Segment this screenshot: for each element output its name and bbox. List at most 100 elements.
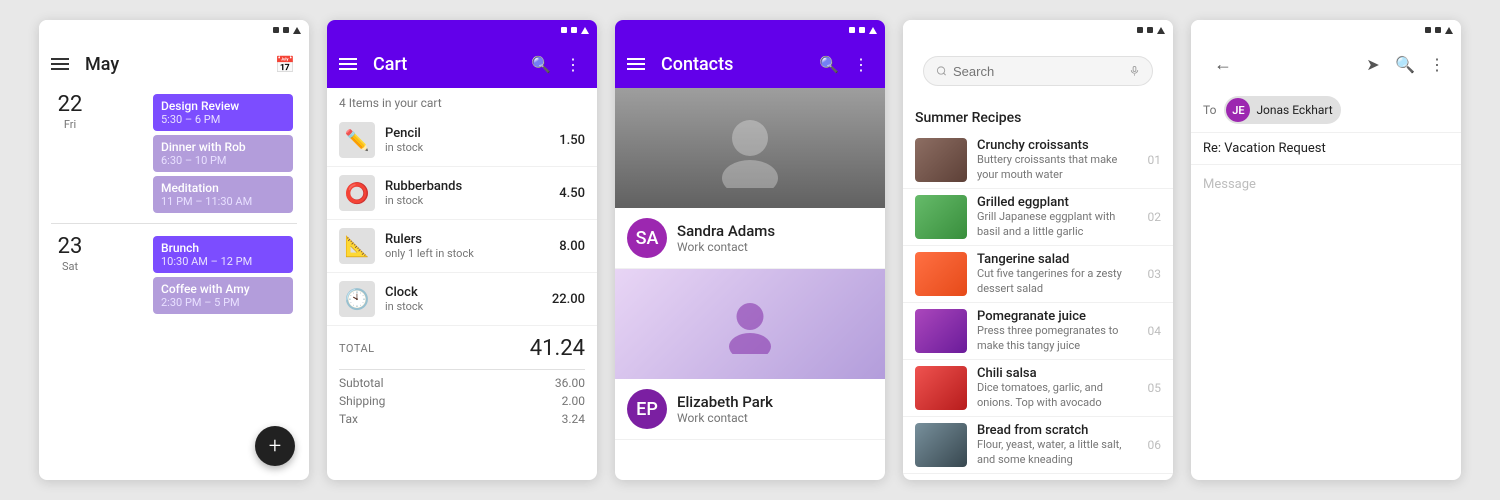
signal-icon xyxy=(293,27,301,34)
avatar-sandra: SA xyxy=(627,218,667,258)
calendar-screen: May 📅 22 Fri Design Review 5:30 – 6 PM D… xyxy=(39,20,309,480)
more-icon[interactable]: ⋮ xyxy=(849,52,873,76)
calendar-status-bar xyxy=(39,20,309,40)
recipes-status-bar xyxy=(903,20,1173,40)
search-bar[interactable] xyxy=(923,56,1153,86)
cart-item-rulers-info: Rulers only 1 left in stock xyxy=(385,232,559,260)
cart-subtotal-row: Subtotal 36.00 xyxy=(327,374,597,392)
search-input[interactable] xyxy=(953,64,1129,79)
cal-events-22: Design Review 5:30 – 6 PM Dinner with Ro… xyxy=(97,94,297,217)
status-icon-1 xyxy=(1425,27,1431,33)
status-icon-1 xyxy=(849,27,855,33)
cal-events-23: Brunch 10:30 AM – 12 PM Coffee with Amy … xyxy=(97,236,297,318)
cart-item-pencil-info: Pencil in stock xyxy=(385,126,559,154)
recipe-img-salad xyxy=(915,252,967,296)
recipe-item-1[interactable]: Crunchy croissants Buttery croissants th… xyxy=(903,132,1173,189)
contact-card-elizabeth[interactable]: EP Elizabeth Park Work contact xyxy=(615,379,885,440)
email-screen: ← ➤ 🔍 ⋮ To JE Jonas Eckhart Re: Vacation… xyxy=(1191,20,1461,480)
recipe-info-3: Tangerine salad Cut five tangerines for … xyxy=(977,252,1140,296)
contact-photo-sandra xyxy=(615,88,885,208)
contacts-app-bar: Contacts 🔍 ⋮ xyxy=(615,40,885,88)
recipe-item-4[interactable]: Pomegranate juice Press three pomegranat… xyxy=(903,303,1173,360)
cal-divider xyxy=(51,223,297,224)
avatar-elizabeth: EP xyxy=(627,389,667,429)
pencil-icon: ✏️ xyxy=(339,122,375,158)
search-icon[interactable]: 🔍 xyxy=(817,52,841,76)
recipe-item-3[interactable]: Tangerine salad Cut five tangerines for … xyxy=(903,246,1173,303)
recipe-item-2[interactable]: Grilled eggplant Grill Japanese eggplant… xyxy=(903,189,1173,246)
contacts-screen: Contacts 🔍 ⋮ SA Sandra Adams Work contac… xyxy=(615,20,885,480)
back-icon[interactable]: ← xyxy=(1211,52,1235,76)
contact-card-sandra[interactable]: SA Sandra Adams Work contact xyxy=(615,208,885,269)
calendar-view-icon[interactable]: 📅 xyxy=(273,52,297,76)
email-to-row: To JE Jonas Eckhart xyxy=(1191,88,1461,133)
cart-shipping-row: Shipping 2.00 xyxy=(327,392,597,410)
signal-icon xyxy=(1445,27,1453,34)
cal-date-22: 22 Fri xyxy=(51,94,89,217)
recipe-info-6: Bread from scratch Flour, yeast, water, … xyxy=(977,423,1140,467)
more-icon[interactable]: ⋮ xyxy=(1425,52,1449,76)
search-icon[interactable]: 🔍 xyxy=(529,52,553,76)
calendar-body: 22 Fri Design Review 5:30 – 6 PM Dinner … xyxy=(39,88,309,480)
recipe-img-croissants xyxy=(915,138,967,182)
menu-icon[interactable] xyxy=(339,58,357,70)
recipient-avatar: JE xyxy=(1226,98,1250,122)
status-icon-2 xyxy=(283,27,289,33)
status-icon-2 xyxy=(859,27,865,33)
email-toolbar-actions: ➤ 🔍 ⋮ xyxy=(1353,52,1449,76)
cal-event-coffee[interactable]: Coffee with Amy 2:30 PM – 5 PM xyxy=(153,277,293,314)
status-icon-2 xyxy=(571,27,577,33)
recipe-item-5[interactable]: Chili salsa Dice tomatoes, garlic, and o… xyxy=(903,360,1173,417)
cart-item-clock[interactable]: 🕙 Clock in stock 22.00 xyxy=(327,273,597,326)
send-icon[interactable]: ➤ xyxy=(1361,52,1385,76)
recipe-img-juice xyxy=(915,309,967,353)
contact-info-sandra: Sandra Adams Work contact xyxy=(677,222,775,254)
menu-icon[interactable] xyxy=(627,58,645,70)
cart-screen: Cart 🔍 ⋮ 4 Items in your cart ✏️ Pencil … xyxy=(327,20,597,480)
cart-title: Cart xyxy=(373,54,521,75)
more-icon[interactable]: ⋮ xyxy=(561,52,585,76)
recipe-img-salsa xyxy=(915,366,967,410)
cart-item-pencil[interactable]: ✏️ Pencil in stock 1.50 xyxy=(327,114,597,167)
email-subject: Re: Vacation Request xyxy=(1191,133,1461,165)
cart-tax-row: Tax 3.24 xyxy=(327,410,597,428)
recipe-info-5: Chili salsa Dice tomatoes, garlic, and o… xyxy=(977,366,1140,410)
recipe-img-eggplant xyxy=(915,195,967,239)
status-icon-2 xyxy=(1147,27,1153,33)
status-icon-1 xyxy=(561,27,567,33)
signal-icon xyxy=(1157,27,1165,34)
contacts-title: Contacts xyxy=(661,54,809,75)
cart-total-row: TOTAL 41.24 xyxy=(327,326,597,365)
cart-item-clock-info: Clock in stock xyxy=(385,285,552,313)
email-app-bar: ← ➤ 🔍 ⋮ xyxy=(1191,40,1461,88)
microphone-icon[interactable] xyxy=(1129,63,1140,79)
cart-status-bar xyxy=(327,20,597,40)
cal-event-meditation[interactable]: Meditation 11 PM – 11:30 AM xyxy=(153,176,293,213)
cart-subtitle: 4 Items in your cart xyxy=(327,88,597,114)
recipient-name: Jonas Eckhart xyxy=(1256,103,1332,117)
cal-date-23: 23 Sat xyxy=(51,236,89,318)
recipes-section-title: Summer Recipes xyxy=(903,102,1173,132)
signal-icon xyxy=(869,27,877,34)
recipe-item-6[interactable]: Bread from scratch Flour, yeast, water, … xyxy=(903,417,1173,474)
add-event-button[interactable]: + xyxy=(255,426,295,466)
cal-event-brunch[interactable]: Brunch 10:30 AM – 12 PM xyxy=(153,236,293,273)
search-container xyxy=(903,40,1173,102)
email-message-area[interactable]: Message xyxy=(1191,165,1461,480)
menu-icon[interactable] xyxy=(51,58,69,70)
cal-event-design-review[interactable]: Design Review 5:30 – 6 PM xyxy=(153,94,293,131)
search-icon[interactable]: 🔍 xyxy=(1393,52,1417,76)
calendar-title: May xyxy=(85,54,265,75)
cart-item-rulers[interactable]: 📐 Rulers only 1 left in stock 8.00 xyxy=(327,220,597,273)
recipe-info-1: Crunchy croissants Buttery croissants th… xyxy=(977,138,1140,182)
clock-icon: 🕙 xyxy=(339,281,375,317)
contacts-status-bar xyxy=(615,20,885,40)
cart-item-rubberbands-info: Rubberbands in stock xyxy=(385,179,559,207)
cart-item-rubberbands[interactable]: ⭕ Rubberbands in stock 4.50 xyxy=(327,167,597,220)
email-status-bar xyxy=(1191,20,1461,40)
status-icon-2 xyxy=(1435,27,1441,33)
recipe-img-bread xyxy=(915,423,967,467)
cal-event-dinner[interactable]: Dinner with Rob 6:30 – 10 PM xyxy=(153,135,293,172)
recipient-chip[interactable]: JE Jonas Eckhart xyxy=(1224,96,1340,124)
rubberbands-icon: ⭕ xyxy=(339,175,375,211)
